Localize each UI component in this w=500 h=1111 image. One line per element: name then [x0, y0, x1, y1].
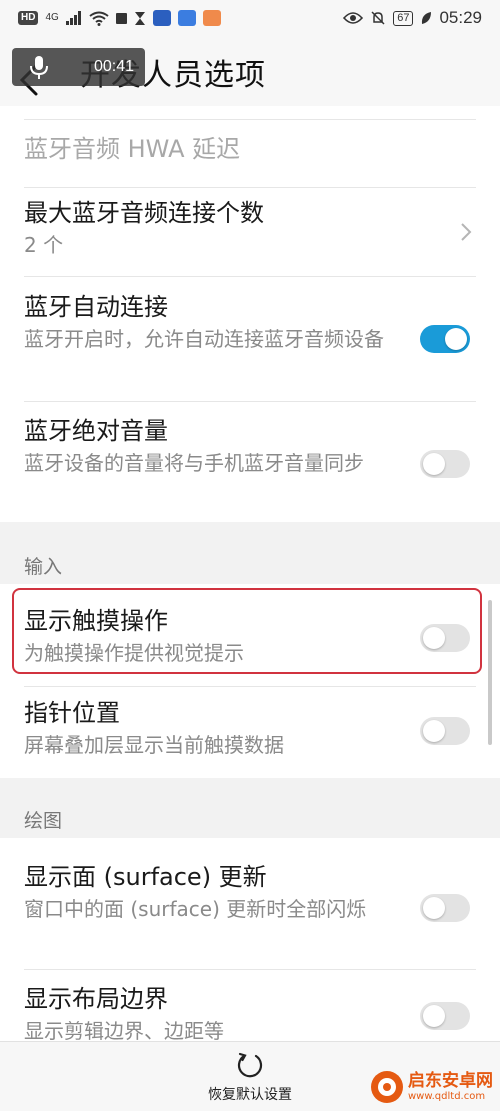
status-bar: HD 4G 67 05:29 [0, 0, 500, 36]
microphone-icon [30, 56, 48, 79]
settings-list[interactable]: 蓝牙音频 HWA 延迟 最大蓝牙音频连接个数 2 个 蓝牙自动连接 蓝牙开启时，… [0, 106, 500, 1041]
leaf-icon [422, 12, 432, 24]
hd-badge: HD [18, 11, 39, 25]
eye-icon [343, 12, 364, 24]
stop-icon [115, 12, 127, 24]
mute-bell-icon [371, 11, 385, 25]
setting-hwa-delay[interactable]: 蓝牙音频 HWA 延迟 [0, 132, 500, 176]
recording-timer: 00:41 [94, 58, 135, 75]
battery-icon: 67 [393, 10, 414, 26]
status-left: HD 4G [18, 10, 221, 26]
reset-defaults-button[interactable]: 恢复默认设置 [190, 1050, 310, 1108]
setting-title: 显示面 (surface) 更新 [24, 863, 267, 891]
setting-subtitle: 屏幕叠加层显示当前触摸数据 [24, 733, 284, 757]
drawing-group: 显示面 (surface) 更新 窗口中的面 (surface) 更新时全部闪烁… [0, 838, 500, 1041]
divider [24, 119, 476, 120]
toggle-knob [423, 720, 445, 742]
setting-subtitle: 窗口中的面 (surface) 更新时全部闪烁 [24, 897, 367, 921]
setting-value: 2 个 [24, 233, 64, 257]
app-notification-icon [152, 10, 171, 26]
watermark-logo-icon [371, 1071, 403, 1103]
setting-subtitle: 蓝牙设备的音量将与手机蓝牙音量同步 [24, 451, 364, 475]
screen-recording-indicator[interactable]: 00:41 [12, 48, 145, 86]
setting-subtitle: 为触摸操作提供视觉提示 [24, 641, 244, 665]
status-right: 67 05:29 [343, 8, 482, 28]
toggle-knob [445, 328, 467, 350]
wifi-icon [89, 11, 109, 26]
screen: HD 4G 67 05:29 开发人员选项 00:41 蓝牙音频 HWA 延迟 … [0, 0, 500, 1111]
setting-max-connections[interactable]: 最大蓝牙音频连接个数 2 个 [0, 196, 500, 266]
setting-title: 最大蓝牙音频连接个数 [24, 199, 264, 227]
absolute-volume-toggle[interactable] [420, 450, 470, 478]
heart-app-icon [202, 10, 221, 26]
surface-updates-toggle[interactable] [420, 894, 470, 922]
setting-subtitle: 蓝牙开启时，允许自动连接蓝牙音频设备 [24, 327, 384, 351]
toggle-knob [423, 1005, 445, 1027]
divider [24, 276, 476, 277]
watermark-brand: 启东安卓网 [408, 1071, 493, 1091]
section-header-drawing: 绘图 [24, 810, 63, 832]
hourglass-icon [134, 11, 145, 25]
translate-app-icon [177, 10, 196, 26]
divider [24, 401, 476, 402]
setting-subtitle: 显示剪辑边界、边距等 [24, 1019, 224, 1041]
setting-title: 蓝牙绝对音量 [24, 417, 168, 445]
network-type: 4G [45, 12, 59, 23]
title-bar: 开发人员选项 00:41 [0, 36, 500, 106]
signal-icon [65, 11, 81, 25]
toggle-knob [423, 897, 445, 919]
setting-title: 指针位置 [24, 699, 120, 727]
setting-title: 显示布局边界 [24, 985, 168, 1013]
show-touches-toggle[interactable] [420, 624, 470, 652]
setting-title: 蓝牙音频 HWA 延迟 [24, 135, 241, 163]
watermark-text: 启东安卓网 www.qdltd.com [408, 1071, 493, 1103]
layout-bounds-toggle[interactable] [420, 1002, 470, 1030]
reset-icon [237, 1052, 263, 1078]
pointer-location-toggle[interactable] [420, 717, 470, 745]
setting-title: 显示触摸操作 [24, 607, 168, 635]
watermark-url: www.qdltd.com [408, 1091, 486, 1102]
watermark: 启东安卓网 www.qdltd.com [370, 1066, 496, 1108]
section-header-input: 输入 [24, 556, 63, 578]
divider [24, 187, 476, 188]
toggle-knob [423, 627, 445, 649]
clock: 05:29 [439, 8, 482, 27]
divider [24, 969, 476, 970]
chevron-right-icon [461, 223, 472, 241]
setting-title: 蓝牙自动连接 [24, 293, 168, 321]
input-group: 显示触摸操作 为触摸操作提供视觉提示 指针位置 屏幕叠加层显示当前触摸数据 [0, 584, 500, 778]
bluetooth-group: 蓝牙音频 HWA 延迟 最大蓝牙音频连接个数 2 个 蓝牙自动连接 蓝牙开启时，… [0, 106, 500, 522]
auto-connect-toggle[interactable] [420, 325, 470, 353]
divider [24, 686, 476, 687]
scrollbar[interactable] [488, 600, 492, 745]
reset-defaults-label: 恢复默认设置 [208, 1087, 292, 1103]
toggle-knob [423, 453, 445, 475]
